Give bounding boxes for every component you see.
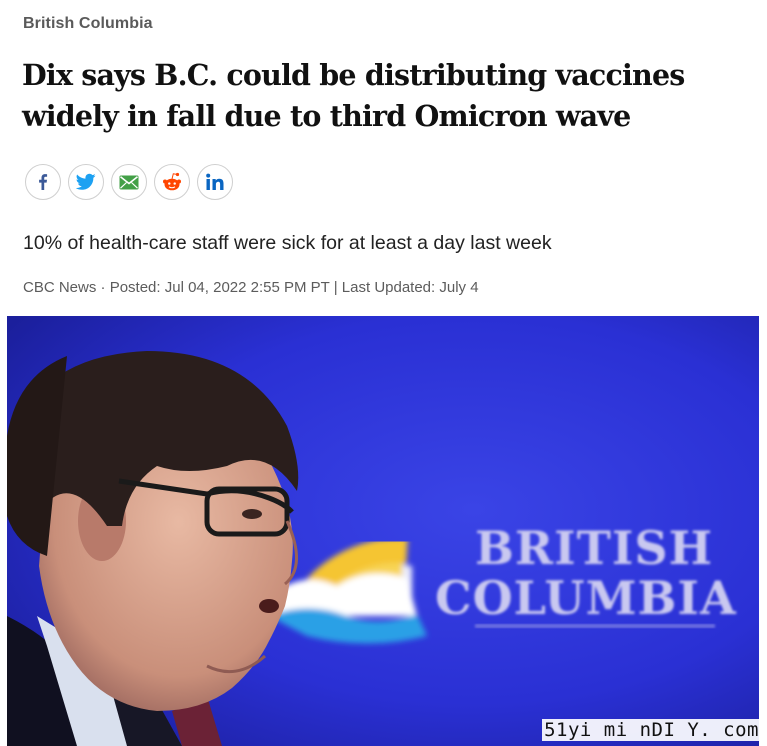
share-facebook-button[interactable] <box>25 164 61 200</box>
facebook-icon <box>39 174 48 190</box>
twitter-icon <box>76 173 96 190</box>
share-linkedin-button[interactable] <box>197 164 233 200</box>
article-deck: 10% of health-care staff were sick for a… <box>23 232 552 254</box>
share-bar <box>25 164 233 200</box>
byline-source: CBC News <box>23 279 97 296</box>
byline-separator: · <box>96 279 110 296</box>
email-icon <box>119 175 139 189</box>
article-page: British Columbia Dix says B.C. could be … <box>0 0 767 746</box>
hero-photo-illustration: BRITISH COLUMBIA <box>7 316 759 746</box>
backdrop-text-british: BRITISH <box>475 521 713 575</box>
backdrop-text-columbia: COLUMBIA <box>435 571 737 625</box>
section-link[interactable]: British Columbia <box>23 15 153 33</box>
share-twitter-button[interactable] <box>68 164 104 200</box>
share-email-button[interactable] <box>111 164 147 200</box>
linkedin-icon <box>206 173 224 190</box>
watermark-text: 51yi mi nDI Y. com <box>542 719 761 741</box>
reddit-icon <box>163 172 181 191</box>
article-byline: CBC News · Posted: Jul 04, 2022 2:55 PM … <box>23 279 479 296</box>
hero-photo: BRITISH COLUMBIA <box>7 316 759 746</box>
article-headline: Dix says B.C. could be distributing vacc… <box>22 58 685 133</box>
byline-posted: Posted: Jul 04, 2022 2:55 PM PT <box>109 279 330 296</box>
share-reddit-button[interactable] <box>154 164 190 200</box>
byline-separator: | <box>329 279 342 296</box>
byline-updated: Last Updated: July 4 <box>341 279 479 296</box>
